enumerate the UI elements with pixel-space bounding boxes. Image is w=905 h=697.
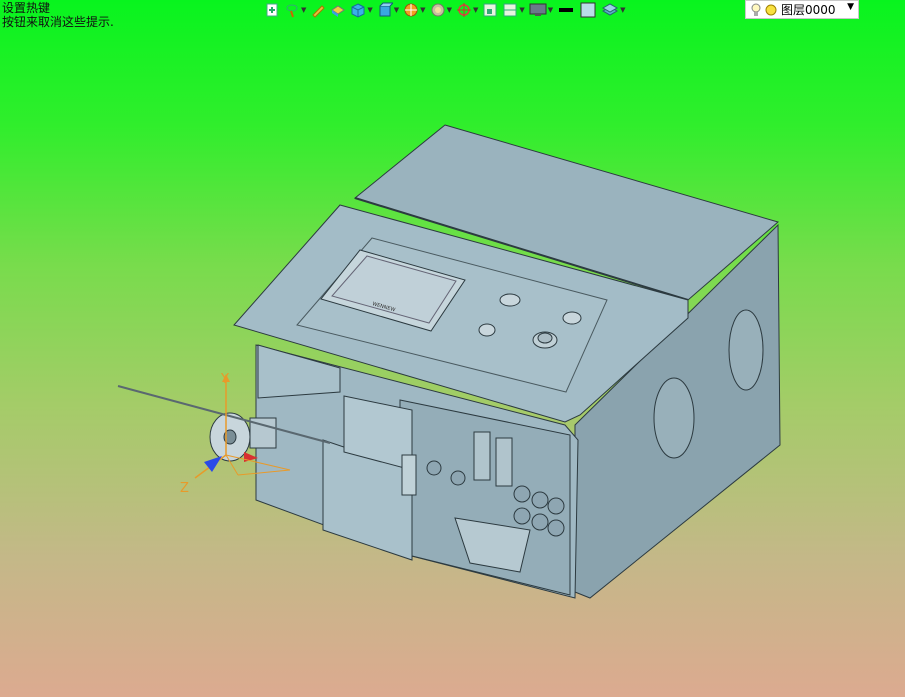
blade-block-1 xyxy=(473,431,491,481)
triad-y-label: Y xyxy=(220,372,229,387)
key-switch xyxy=(478,323,496,337)
wire-stripping-machine-model: WENNEW xyxy=(209,124,781,599)
cad-viewport[interactable]: WENNEW Y Z xyxy=(0,0,905,697)
knob-1 xyxy=(499,293,521,307)
triad-z-label: Z xyxy=(180,481,189,496)
motor-unit xyxy=(401,454,417,496)
side-hole-upper xyxy=(728,309,764,391)
blade-block-2 xyxy=(495,437,513,487)
side-hole-lower xyxy=(653,377,695,459)
knob-2 xyxy=(562,311,582,325)
